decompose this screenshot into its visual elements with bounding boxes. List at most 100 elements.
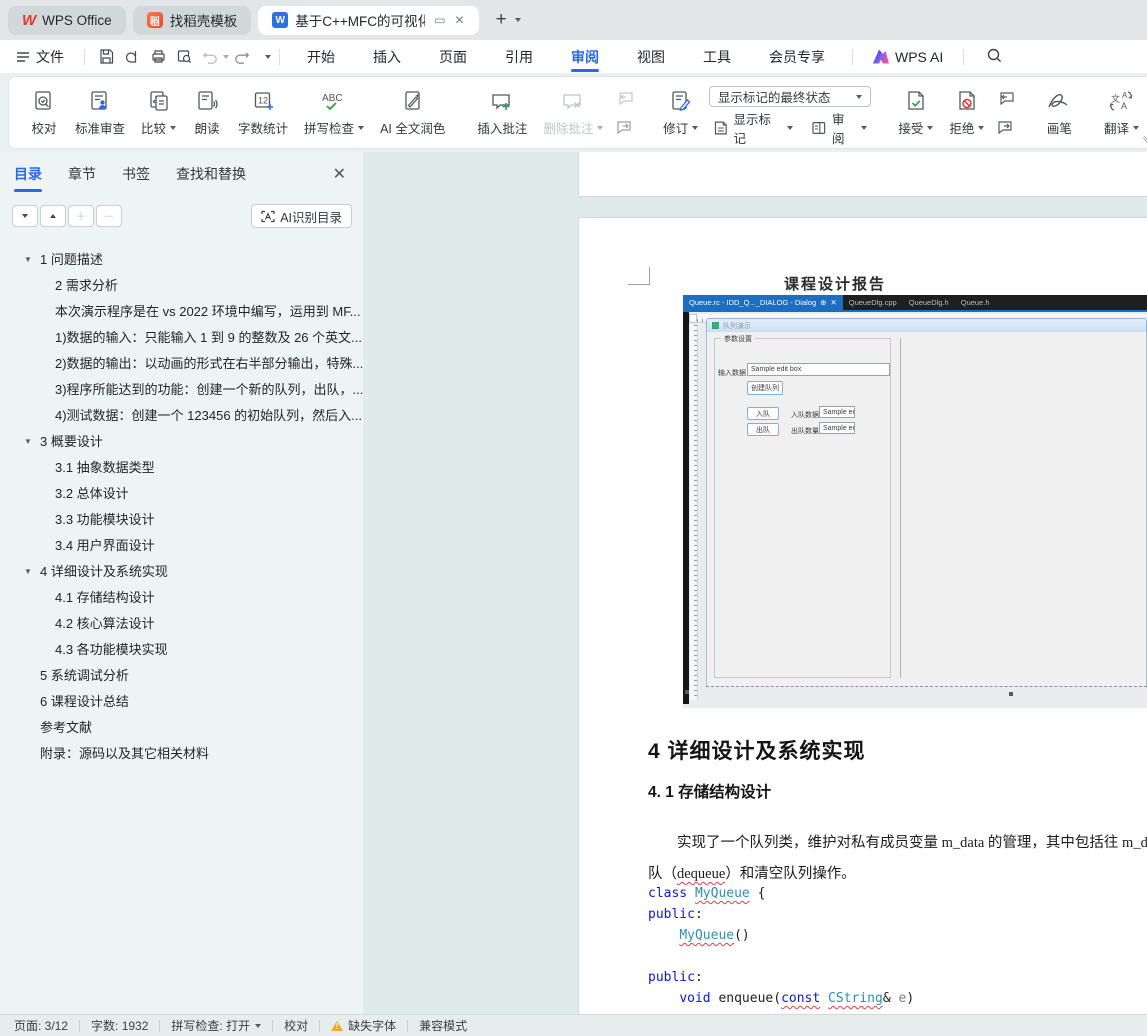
para-dequeue-word: dequeue — [677, 866, 726, 882]
toc-item[interactable]: 本次演示程序是在 vs 2022 环境中编写，运用到 MF... — [0, 299, 365, 325]
toc-item[interactable]: 参考文献 — [0, 715, 365, 741]
accept-button[interactable]: 接受 — [891, 82, 940, 143]
changes-group: 接受 拒绝 — [886, 82, 1024, 143]
export-pdf-button[interactable] — [119, 45, 145, 69]
toc-item[interactable]: 4)测试数据：创建一个 123456 的初始队列，然后入... — [0, 403, 365, 429]
insert-comment-button[interactable]: 插入批注 — [470, 82, 534, 143]
toc-item[interactable]: 3.3 功能模块设计 — [0, 507, 365, 533]
vs-enqueue-edit: Sample edit — [819, 406, 855, 418]
menu-tab-会员专享[interactable]: 会员专享 — [750, 40, 844, 73]
toc-item[interactable]: ▼ 3 概要设计 — [0, 429, 365, 455]
proofread-button[interactable]: 校对 — [22, 82, 66, 143]
sidebar-tab-章节[interactable]: 章节 — [68, 153, 96, 195]
toc-item[interactable]: 3.4 用户界面设计 — [0, 533, 365, 559]
ribbon-layout-toggle-icon[interactable]: ⇘ — [1142, 133, 1147, 146]
save-button[interactable] — [93, 45, 119, 69]
review-pane-button[interactable]: 审阅 — [807, 107, 871, 149]
file-menu-button[interactable]: 文件 — [0, 47, 76, 67]
toc-item-label: 2)数据的输出：以动画的形式在右半部分输出，特殊... — [55, 356, 364, 371]
ai-polish-button[interactable]: AI 全文润色 — [373, 82, 452, 143]
code-block: class MyQueue {public: MyQueue() public:… — [648, 883, 914, 1009]
standard-review-button[interactable]: 标准审查 — [68, 82, 132, 143]
titlebar: W WPS Office 稻 找稻壳模板 W 基于C++MFC的可视化线性表 ▭… — [0, 0, 1147, 40]
expand-all-button[interactable] — [40, 205, 66, 227]
toc-item[interactable]: 3)程序所能达到的功能：创建一个新的队列，出队，... — [0, 377, 365, 403]
search-icon[interactable] — [986, 47, 1003, 67]
reject-button[interactable]: 拒绝 — [942, 82, 991, 143]
toc-item[interactable]: 4.1 存储结构设计 — [0, 585, 365, 611]
show-markup-button[interactable]: 显示标记 — [709, 107, 798, 149]
tab-list-caret-icon[interactable] — [514, 18, 521, 22]
tab-docer-templates[interactable]: 稻 找稻壳模板 — [132, 5, 252, 35]
toc-item[interactable]: 1)数据的输入：只能输入 1 到 9 的整数及 26 个英文... — [0, 325, 365, 351]
spell-check-button[interactable]: ABC 拼写检查 — [297, 82, 371, 143]
toc-item[interactable]: 3.1 抽象数据类型 — [0, 455, 365, 481]
wps-ai-button[interactable]: WPS AI — [861, 40, 955, 73]
status-proofread[interactable]: 校对 — [284, 1017, 308, 1034]
vs-dialog-divider — [900, 338, 901, 678]
print-button[interactable] — [145, 45, 171, 69]
menu-tab-审阅[interactable]: 审阅 — [552, 40, 618, 73]
toc-item[interactable]: ▼ 4 详细设计及系统实现 — [0, 559, 365, 585]
tracking-group: 修订 显示标记的最终状态 显示标记 审阅 — [651, 82, 878, 146]
translate-button[interactable]: 文AA 翻译 — [1099, 82, 1143, 143]
tab-document[interactable]: W 基于C++MFC的可视化线性表 ▭ ✕ — [258, 5, 479, 35]
toc-expand-arrow-icon[interactable]: ▼ — [24, 247, 32, 273]
print-preview-button[interactable] — [171, 45, 197, 69]
redo-button[interactable] — [229, 45, 255, 69]
collapse-all-button[interactable] — [12, 205, 38, 227]
menu-tab-引用[interactable]: 引用 — [486, 40, 552, 73]
ai-recognize-toc-button[interactable]: AI识别目录 — [251, 204, 352, 228]
toc-item[interactable]: 附录：源码以及其它相关材料 — [0, 741, 365, 767]
compare-button[interactable]: 比较 — [134, 82, 183, 143]
sidebar-tab-书签[interactable]: 书签 — [122, 153, 150, 195]
status-missing-font[interactable]: 缺失字体 — [331, 1017, 396, 1034]
toc-item[interactable]: ▼ 1 问题描述 — [0, 247, 365, 273]
delete-comment-button[interactable]: 删除批注 — [536, 82, 610, 143]
new-tab-button[interactable]: + — [496, 9, 507, 31]
status-spell-check[interactable]: 拼写检查: 打开 — [171, 1017, 262, 1034]
next-change-button[interactable] — [993, 115, 1019, 139]
markup-state-select[interactable]: 显示标记的最终状态 — [708, 86, 871, 107]
tab-close-icon[interactable]: ✕ — [455, 13, 465, 27]
track-changes-icon — [669, 87, 693, 115]
toc-item[interactable]: 6 课程设计总结 — [0, 689, 365, 715]
menu-tab-视图[interactable]: 视图 — [618, 40, 684, 73]
toc-item[interactable]: 3.2 总体设计 — [0, 481, 365, 507]
sidebar-tab-目录[interactable]: 目录 — [14, 153, 42, 195]
next-comment-button[interactable] — [612, 115, 638, 139]
previous-comment-button[interactable] — [612, 86, 638, 110]
previous-change-button[interactable] — [993, 86, 1019, 110]
ai-toc-label: AI识别目录 — [280, 210, 342, 225]
sidebar-controls: ＋ － AI识别目录 — [0, 196, 364, 228]
toc-item[interactable]: 5 系统调试分析 — [0, 663, 365, 689]
track-changes-button[interactable]: 修订 — [656, 82, 704, 143]
tab-wps-home[interactable]: W WPS Office — [8, 5, 126, 35]
toc-expand-arrow-icon[interactable]: ▼ — [24, 559, 32, 585]
menu-tab-工具[interactable]: 工具 — [684, 40, 750, 73]
status-word-count[interactable]: 字数: 1932 — [91, 1017, 148, 1034]
demote-button[interactable]: － — [96, 205, 122, 227]
status-compat-mode[interactable]: 兼容模式 — [419, 1017, 467, 1034]
read-aloud-button[interactable]: 朗读 — [185, 82, 229, 143]
quick-access-caret-icon[interactable] — [265, 54, 271, 59]
pen-button[interactable]: 画笔 — [1037, 82, 1081, 143]
promote-button[interactable]: ＋ — [68, 205, 94, 227]
menu-tab-插入[interactable]: 插入 — [354, 40, 420, 73]
sidebar-close-icon[interactable]: ✕ — [333, 164, 346, 184]
toc-item[interactable]: 4.3 各功能模块实现 — [0, 637, 365, 663]
divider — [279, 48, 280, 65]
sidebar-tab-查找和替换[interactable]: 查找和替换 — [176, 153, 246, 195]
menu-tab-开始[interactable]: 开始 — [288, 40, 354, 73]
toc-item[interactable]: 2)数据的输出：以动画的形式在右半部分输出，特殊... — [0, 351, 365, 377]
toc-expand-arrow-icon[interactable]: ▼ — [24, 429, 32, 455]
toc-item[interactable]: 2 需求分析 — [0, 273, 365, 299]
status-page[interactable]: 页面: 3/12 — [14, 1017, 68, 1034]
code-line: public: — [648, 907, 703, 922]
word-count-button[interactable]: 12 字数统计 — [231, 82, 295, 143]
undo-button[interactable] — [197, 45, 223, 69]
menu-tab-页面[interactable]: 页面 — [420, 40, 486, 73]
vs-selection-handle — [685, 690, 689, 694]
toc-item[interactable]: 4.2 核心算法设计 — [0, 611, 365, 637]
tab-window-icon[interactable]: ▭ — [434, 13, 445, 27]
